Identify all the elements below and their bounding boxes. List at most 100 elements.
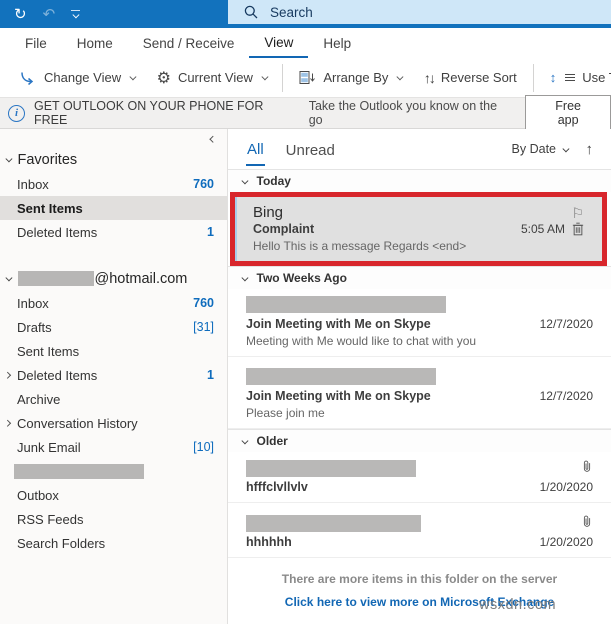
folder-label: Sent Items: [17, 200, 83, 216]
tab-unread[interactable]: Unread: [285, 134, 336, 165]
search-placeholder: Search: [270, 4, 313, 20]
sidebar-item-redacted[interactable]: [0, 459, 227, 483]
change-view-button[interactable]: Change View: [8, 63, 146, 93]
tab-all[interactable]: All: [246, 133, 265, 166]
attachment-icon: [581, 459, 593, 477]
ribbon-separator: [532, 63, 534, 92]
sidebar-item-favorites-inbox[interactable]: Inbox 760: [0, 172, 227, 196]
tight-spacing-icon: [565, 74, 576, 81]
sidebar-item-conversation-history[interactable]: Conversation History: [0, 411, 227, 435]
sidebar-item-rss-feeds[interactable]: RSS Feeds: [0, 507, 227, 531]
undo-icon[interactable]: ↶: [43, 7, 56, 22]
folder-label: Deleted Items: [17, 224, 98, 240]
chevron-down-icon: [5, 155, 13, 162]
account-header[interactable]: @hotmail.com: [0, 266, 227, 291]
email-subject: hfffclvllvlv: [246, 480, 308, 494]
banner-headline: GET OUTLOOK ON YOUR PHONE FOR FREE: [34, 99, 264, 127]
sidebar-item-sent[interactable]: Sent Items: [0, 339, 227, 363]
chevron-right-icon[interactable]: [4, 419, 11, 427]
sidebar-item-deleted[interactable]: Deleted Items 1: [0, 363, 227, 387]
menu-send-receive[interactable]: Send / Receive: [128, 28, 250, 58]
redacted-sender: [246, 296, 446, 313]
group-header-older[interactable]: Older: [228, 429, 611, 452]
email-row-skype-2[interactable]: Join Meeting with Me on Skype 12/7/2020 …: [228, 357, 611, 429]
group-header-two-weeks-ago[interactable]: Two Weeks Ago: [228, 266, 611, 289]
email-subject: hhhhhh: [246, 535, 292, 549]
search-input[interactable]: Search: [228, 0, 611, 24]
title-bar: ↻ ↶ Search: [0, 0, 611, 28]
menu-bar: File Home Send / Receive View Help: [0, 28, 611, 58]
folder-label: Sent Items: [17, 343, 80, 359]
change-view-icon: [19, 71, 37, 85]
favorites-header[interactable]: Favorites: [0, 147, 227, 172]
current-view-label: Current View: [177, 70, 253, 85]
chevron-right-icon[interactable]: [4, 371, 11, 379]
unread-count: 760: [193, 177, 214, 191]
email-date: 1/20/2020: [539, 480, 593, 494]
folder-label: Search Folders: [17, 535, 106, 551]
sidebar-item-favorites-deleted[interactable]: Deleted Items 1: [0, 220, 227, 244]
sort-direction-icon[interactable]: ↑: [586, 141, 594, 158]
sidebar-item-outbox[interactable]: Outbox: [0, 483, 227, 507]
email-row-older-2[interactable]: hhhhhh 1/20/2020: [228, 503, 611, 558]
redacted-folder-name: [14, 463, 144, 479]
sidebar-item-favorites-sent[interactable]: Sent Items: [0, 196, 227, 220]
sidebar-item-junk-email[interactable]: Junk Email [10]: [0, 435, 227, 459]
email-date: 12/7/2020: [539, 389, 593, 403]
sidebar-item-inbox[interactable]: Inbox 760: [0, 291, 227, 315]
search-icon: [244, 5, 258, 19]
reverse-sort-button[interactable]: ↑↓ Reverse Sort: [413, 63, 528, 93]
list-filter-tabs: All Unread By Date ↑: [228, 129, 611, 169]
red-annotation-box: Bing ⚐ Complaint 5:05 AM Hello This is a…: [230, 192, 607, 266]
email-subject: Join Meeting with Me on Skype: [246, 389, 431, 403]
chevron-down-icon: [241, 274, 249, 281]
email-row-older-1[interactable]: hfffclvllvlv 1/20/2020: [228, 452, 611, 503]
group-label: Older: [256, 434, 288, 448]
customize-toolbar-icon[interactable]: [71, 10, 81, 18]
menu-home[interactable]: Home: [62, 28, 128, 58]
account-domain: @hotmail.com: [94, 270, 188, 287]
group-header-today[interactable]: Today: [228, 169, 611, 192]
chevron-down-icon: [129, 73, 137, 80]
gear-icon: ⚙: [156, 69, 171, 87]
current-view-button[interactable]: ⚙ Current View: [146, 63, 278, 93]
sidebar-item-archive[interactable]: Archive: [0, 387, 227, 411]
sidebar-item-drafts[interactable]: Drafts [31]: [0, 315, 227, 339]
sort-by-dropdown[interactable]: By Date: [512, 142, 570, 156]
watermark: wsxdn.com: [479, 597, 557, 613]
group-label: Two Weeks Ago: [256, 271, 347, 285]
email-preview: Please join me: [246, 406, 325, 420]
flag-icon[interactable]: ⚐: [571, 206, 584, 220]
chevron-down-icon: [5, 274, 13, 281]
email-row-bing[interactable]: Bing ⚐ Complaint 5:05 AM Hello This is a…: [235, 197, 602, 261]
delete-icon[interactable]: [572, 222, 584, 236]
ribbon: Change View ⚙ Current View Arrange By ↑↓…: [0, 58, 611, 98]
unread-count: 1: [207, 368, 214, 382]
menu-view[interactable]: View: [249, 28, 309, 58]
send-receive-icon[interactable]: ↻: [14, 7, 27, 22]
redacted-sender: [246, 368, 436, 385]
arrange-by-button[interactable]: Arrange By: [288, 63, 413, 93]
attachment-icon: [581, 514, 593, 532]
email-subject: Complaint: [253, 222, 315, 236]
message-list: All Unread By Date ↑ Today Bing ⚐ Compla…: [228, 129, 611, 624]
email-date: 1/20/2020: [539, 535, 593, 549]
ribbon-separator: [282, 63, 284, 92]
use-tighter-button[interactable]: ↕ Use Tighter: [539, 63, 611, 93]
chevron-down-icon: [397, 73, 404, 80]
info-icon: i: [8, 104, 25, 122]
menu-help[interactable]: Help: [308, 28, 366, 58]
folder-label: Junk Email: [17, 439, 81, 455]
sidebar-item-search-folders[interactable]: Search Folders: [0, 531, 227, 555]
folder-label: Outbox: [17, 487, 59, 503]
chevron-down-icon: [241, 177, 249, 184]
email-row-skype-1[interactable]: Join Meeting with Me on Skype 12/7/2020 …: [228, 289, 611, 357]
menu-file[interactable]: File: [10, 28, 62, 58]
promo-banner: i GET OUTLOOK ON YOUR PHONE FOR FREE Tak…: [0, 94, 611, 132]
free-app-button[interactable]: Free app: [525, 94, 611, 132]
banner-subtext: Take the Outlook you know on the go: [308, 99, 498, 127]
email-preview: Meeting with Me would like to chat with …: [246, 334, 477, 348]
minimize-folder-pane-icon[interactable]: [209, 135, 216, 143]
redacted-account-name: [17, 271, 94, 286]
arrange-by-icon: [299, 70, 316, 85]
